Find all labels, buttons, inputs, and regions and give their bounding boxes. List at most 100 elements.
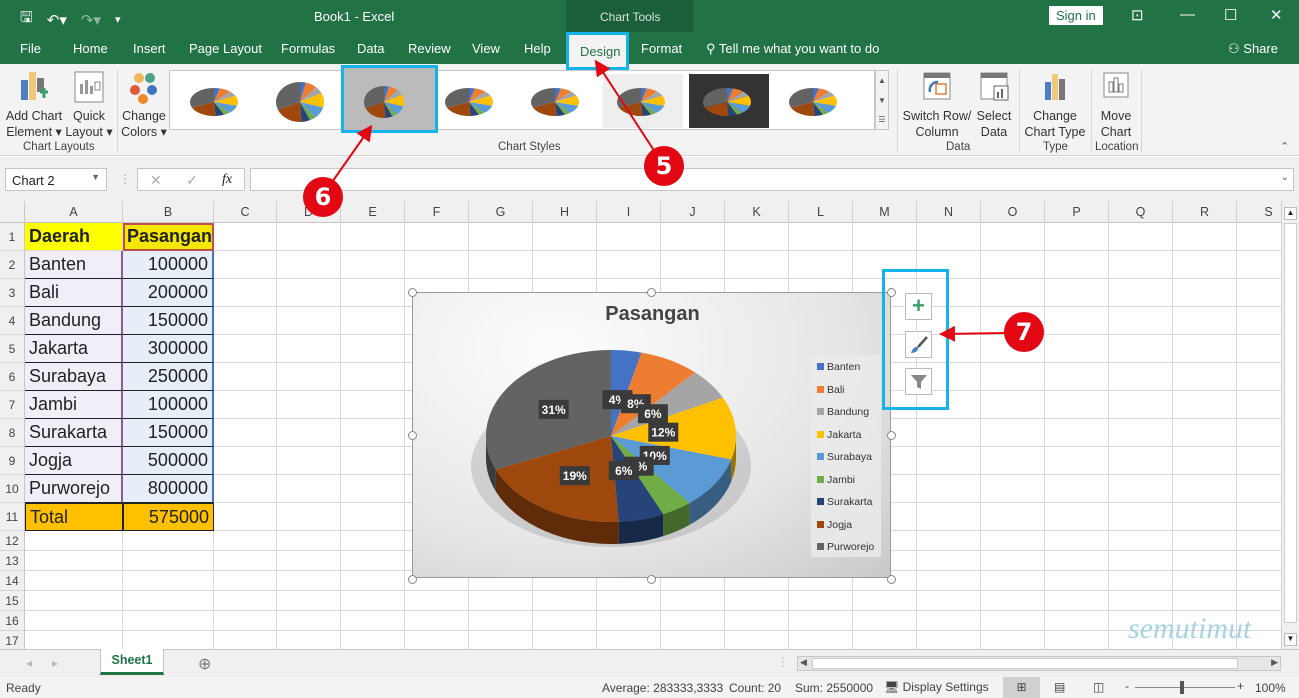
cell[interactable] <box>533 251 597 279</box>
vertical-scroll-thumb[interactable] <box>1284 223 1297 623</box>
cell[interactable] <box>341 223 405 251</box>
cell[interactable] <box>341 503 405 531</box>
cell[interactable] <box>533 591 597 611</box>
drag-handle-icon[interactable]: ⋮ <box>119 172 131 186</box>
cell[interactable] <box>1045 335 1109 363</box>
tab-help[interactable]: Help <box>524 41 551 56</box>
resize-handle[interactable] <box>408 288 417 297</box>
chart-style-4[interactable] <box>431 74 511 128</box>
column-header[interactable]: C <box>214 201 277 223</box>
chart-elements-button[interactable]: + <box>905 293 932 320</box>
cell[interactable] <box>469 223 533 251</box>
cell[interactable] <box>25 531 123 551</box>
cell[interactable] <box>981 591 1045 611</box>
cell[interactable] <box>341 571 405 591</box>
status-count[interactable]: Count: 20 <box>729 681 781 695</box>
cell[interactable] <box>1109 551 1173 571</box>
undo-icon[interactable]: ↶▾ <box>47 11 67 29</box>
cancel-icon[interactable]: ✕ <box>150 172 162 189</box>
cell[interactable] <box>661 591 725 611</box>
cell[interactable] <box>1173 531 1237 551</box>
cell[interactable] <box>981 251 1045 279</box>
cell[interactable] <box>789 631 853 651</box>
cell[interactable] <box>725 251 789 279</box>
cell[interactable] <box>853 611 917 631</box>
column-header[interactable]: P <box>1045 201 1109 223</box>
cell[interactable] <box>1109 503 1173 531</box>
add-chart-element-button[interactable]: Add Chart Element ▾ <box>4 70 64 140</box>
cell[interactable] <box>277 475 341 503</box>
chart-style-5[interactable] <box>517 74 597 128</box>
next-sheet-icon[interactable]: ▸ <box>52 656 58 670</box>
insert-function-icon[interactable]: fx <box>222 172 232 188</box>
cell[interactable] <box>789 611 853 631</box>
cell[interactable] <box>277 307 341 335</box>
cell[interactable] <box>277 447 341 475</box>
tab-design[interactable]: Design <box>566 32 629 70</box>
cell[interactable] <box>981 571 1045 591</box>
column-header[interactable]: M <box>853 201 917 223</box>
cell[interactable] <box>1173 391 1237 419</box>
share-button[interactable]: ⚇ Share <box>1228 41 1278 57</box>
legend-item[interactable]: Bali <box>817 384 845 396</box>
select-data-button[interactable]: Select Data <box>974 70 1014 140</box>
cell[interactable] <box>277 571 341 591</box>
cell[interactable] <box>123 531 214 551</box>
cell[interactable] <box>25 591 123 611</box>
name-box[interactable]: Chart 2 ▼ <box>5 168 107 191</box>
cell[interactable] <box>214 631 277 651</box>
cell[interactable] <box>533 223 597 251</box>
row-header[interactable]: 3 <box>0 279 25 307</box>
cell[interactable] <box>1045 419 1109 447</box>
cell[interactable] <box>597 591 661 611</box>
normal-view-icon[interactable]: ⊞ <box>1003 677 1040 698</box>
zoom-slider[interactable] <box>1135 687 1235 688</box>
scroll-right-icon[interactable]: ▶ <box>1271 657 1278 668</box>
table-cell[interactable]: Bali <box>25 279 123 307</box>
legend-item[interactable]: Purworejo <box>817 541 874 553</box>
column-header[interactable]: F <box>405 201 469 223</box>
status-sum[interactable]: Sum: 2550000 <box>795 681 873 695</box>
cell[interactable] <box>405 611 469 631</box>
cell[interactable] <box>25 631 123 651</box>
column-header[interactable]: Q <box>1109 201 1173 223</box>
cell[interactable] <box>277 531 341 551</box>
cell[interactable] <box>341 307 405 335</box>
cell[interactable] <box>789 591 853 611</box>
zoom-in-icon[interactable]: + <box>1237 679 1244 693</box>
legend-item[interactable]: Jogja <box>817 519 852 531</box>
resize-handle[interactable] <box>647 288 656 297</box>
resize-handle[interactable] <box>408 431 417 440</box>
cell[interactable] <box>214 391 277 419</box>
cell[interactable] <box>661 251 725 279</box>
cell[interactable] <box>123 611 214 631</box>
cell[interactable] <box>981 611 1045 631</box>
cell[interactable] <box>1045 611 1109 631</box>
sign-in-button[interactable]: Sign in <box>1049 6 1103 25</box>
cell[interactable] <box>214 363 277 391</box>
change-chart-type-button[interactable]: Change Chart Type <box>1022 70 1088 140</box>
cell[interactable] <box>1173 591 1237 611</box>
row-header[interactable]: 8 <box>0 419 25 447</box>
chart-legend[interactable]: Banten Bali Bandung Jakarta Surabaya Jambi Sur… <box>811 355 881 557</box>
tab-home[interactable]: Home <box>73 41 108 56</box>
maximize-icon[interactable]: ☐ <box>1224 6 1237 24</box>
split-handle-icon[interactable]: ⋮ <box>777 655 789 669</box>
table-cell[interactable]: Bandung <box>25 307 123 335</box>
cell[interactable] <box>917 475 981 503</box>
cell[interactable] <box>917 503 981 531</box>
chart-style-8[interactable] <box>775 74 855 128</box>
table-cell[interactable]: 100000 <box>123 391 214 419</box>
column-header[interactable]: H <box>533 201 597 223</box>
display-settings-button[interactable]: 🖥 Display Settings <box>884 680 989 694</box>
cell[interactable] <box>1109 391 1173 419</box>
cell[interactable] <box>1173 503 1237 531</box>
cell[interactable] <box>1045 591 1109 611</box>
page-break-view-icon[interactable]: ◫ <box>1093 680 1104 694</box>
table-cell[interactable]: 150000 <box>123 307 214 335</box>
cell[interactable] <box>277 223 341 251</box>
cell[interactable] <box>214 223 277 251</box>
table-header-cell[interactable]: Pasangan <box>123 223 214 251</box>
chart-style-3-selected[interactable] <box>341 65 438 133</box>
cell[interactable] <box>1045 571 1109 591</box>
